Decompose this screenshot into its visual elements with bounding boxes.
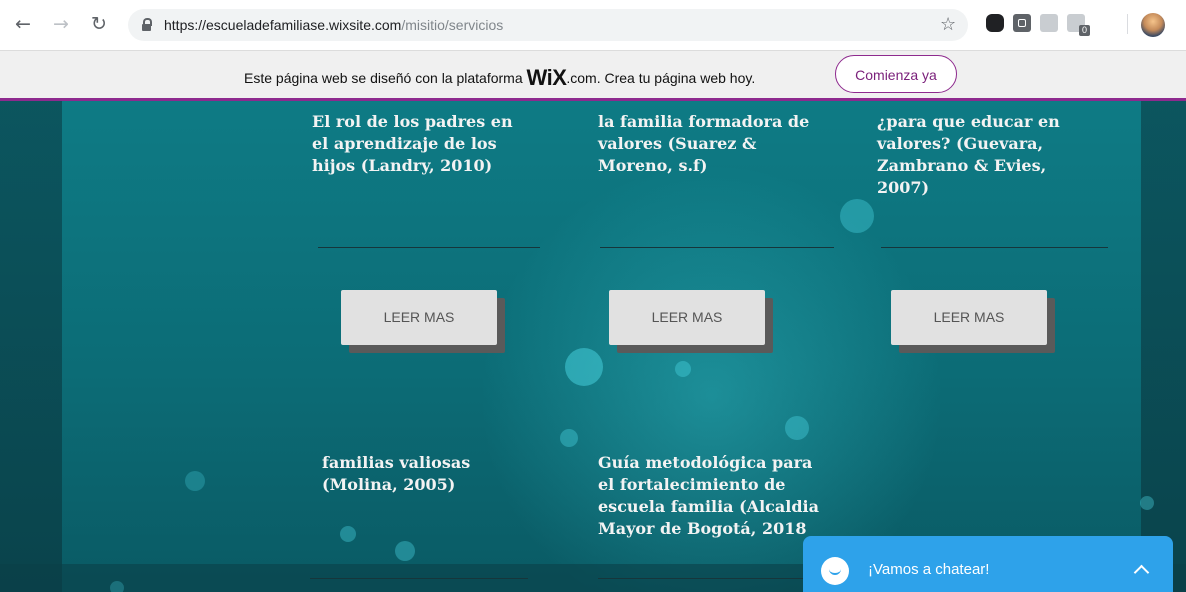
bokeh-dot — [560, 429, 578, 447]
read-more-button[interactable]: LEER MAS — [341, 290, 497, 345]
card-title-line: Mayor de Bogotá, 2018 — [598, 519, 807, 538]
bokeh-dot — [1140, 496, 1154, 510]
card-title-3: ¿para que educar en valores? (Guevara, Z… — [877, 111, 1060, 199]
extension-save-icon[interactable] — [1013, 14, 1031, 32]
card-title-line: escuela familia (Alcaldia — [598, 497, 819, 516]
extension-pdf-icon[interactable] — [1040, 14, 1058, 32]
card-divider — [598, 578, 808, 579]
bokeh-dot — [785, 416, 809, 440]
chat-widget[interactable]: ¡Vamos a chatear! — [803, 536, 1173, 592]
card-title-line: Guía metodológica para — [598, 453, 813, 472]
extension-badge: 0 — [1079, 25, 1091, 36]
card-title-2: la familia formadora de valores (Suarez … — [598, 111, 809, 177]
bookmark-star-icon[interactable]: ☆ — [940, 14, 956, 36]
card-title-line: hijos (Landry, 2010) — [312, 156, 493, 175]
card-title-1: El rol de los padres en el aprendizaje d… — [312, 111, 513, 177]
url-path: /misitio/servicios — [401, 17, 504, 33]
card-title-line: familias valiosas — [322, 453, 471, 472]
card-title-line: el fortalecimiento de — [598, 475, 786, 494]
start-now-button[interactable]: Comienza ya — [835, 55, 957, 93]
card-divider — [310, 578, 528, 579]
bokeh-dot — [340, 526, 356, 542]
toolbar-divider — [1127, 14, 1128, 34]
bokeh-dot — [840, 199, 874, 233]
extension-tampermonkey-icon[interactable] — [986, 14, 1004, 32]
chevron-up-icon[interactable] — [1133, 564, 1150, 581]
services-page: El rol de los padres en el aprendizaje d… — [0, 101, 1186, 592]
wix-logo: WiX — [526, 65, 567, 90]
read-more-button[interactable]: LEER MAS — [609, 290, 765, 345]
right-panel — [1141, 101, 1186, 592]
card-title-line: (Molina, 2005) — [322, 475, 456, 494]
profile-avatar[interactable] — [1141, 13, 1165, 37]
card-title-line: Moreno, s.f) — [598, 156, 708, 175]
bokeh-dot — [110, 581, 124, 592]
back-arrow-icon[interactable]: ← — [12, 13, 34, 35]
address-bar[interactable]: https://escueladefamiliase.wixsite.com/m… — [128, 9, 968, 41]
reload-icon[interactable]: ↻ — [88, 13, 110, 35]
wix-promo-banner: Este página web se diseñó con la platafo… — [0, 51, 1186, 101]
card-divider — [881, 247, 1108, 248]
card-title-line: ¿para que educar en — [877, 112, 1060, 131]
wix-banner-text: Este página web se diseñó con la platafo… — [244, 65, 755, 91]
read-more-button[interactable]: LEER MAS — [891, 290, 1047, 345]
left-panel — [0, 101, 62, 592]
card-title-line: Zambrano & Evies, — [877, 156, 1047, 175]
bokeh-dot — [565, 348, 603, 386]
lock-icon — [142, 18, 152, 31]
bokeh-dot — [185, 471, 205, 491]
card-title-4: familias valiosas (Molina, 2005) — [322, 452, 470, 496]
card-title-line: valores? (Guevara, — [877, 134, 1044, 153]
card-divider — [318, 247, 540, 248]
card-title-line: el aprendizaje de los — [312, 134, 497, 153]
forward-arrow-icon[interactable]: → — [50, 13, 72, 35]
wix-text-after: .com. Crea tu página web hoy. — [566, 70, 756, 86]
smile-icon — [821, 557, 849, 585]
bokeh-dot — [395, 541, 415, 561]
browser-toolbar: ← → ↻ https://escueladefamiliase.wixsite… — [0, 0, 1186, 51]
card-title-line: valores (Suarez & — [598, 134, 757, 153]
card-divider — [600, 247, 834, 248]
url-host: https://escueladefamiliase.wixsite.com — [164, 17, 402, 33]
url-text[interactable]: https://escueladefamiliase.wixsite.com/m… — [164, 17, 503, 33]
wix-text-before: Este página web se diseñó con la platafo… — [244, 70, 527, 86]
chat-label: ¡Vamos a chatear! — [868, 561, 990, 578]
card-title-5: Guía metodológica para el fortalecimient… — [598, 452, 819, 540]
card-title-line: la familia formadora de — [598, 112, 810, 131]
card-title-line: El rol de los padres en — [312, 112, 513, 131]
bokeh-dot — [675, 361, 691, 377]
card-title-line: 2007) — [877, 178, 930, 197]
